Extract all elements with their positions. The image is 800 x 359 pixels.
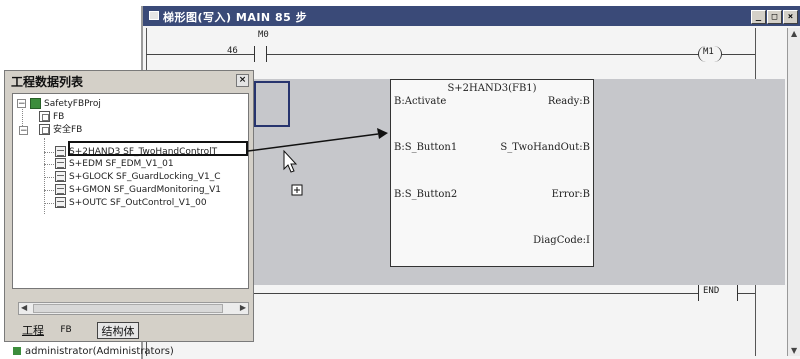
- collapse-safety-fb-icon[interactable]: −: [19, 126, 28, 136]
- close-button[interactable]: ×: [783, 10, 798, 24]
- tree-item-label: S+EDM SF_EDM_V1_01: [69, 159, 174, 169]
- fb-output-ready: Ready:B: [547, 96, 590, 107]
- fb-input-s-button1: B:S_Button1: [394, 142, 458, 153]
- tree-line: [44, 190, 54, 191]
- rung1-wire-left: [146, 54, 254, 55]
- tree-line: [44, 203, 54, 204]
- scroll-down-arrow-icon[interactable]: ▼: [791, 346, 797, 355]
- scroll-left-arrow-icon[interactable]: ◀: [21, 303, 27, 312]
- panel-title: 工程数据列表: [11, 75, 84, 89]
- minimize-button[interactable]: _: [751, 10, 766, 24]
- fb-pou-icon: [55, 158, 66, 169]
- ladder-vertical-scrollbar[interactable]: ▲ ▼: [787, 28, 800, 356]
- panel-close-icon[interactable]: ×: [236, 74, 249, 87]
- tree-line: [44, 177, 54, 178]
- function-block[interactable]: S+2HAND3(FB1) B:Activate B:S_Button1 B:S…: [390, 79, 594, 267]
- tree-item-label: S+GMON SF_GuardMonitoring_V1: [69, 185, 222, 195]
- cell-cursor[interactable]: [254, 81, 290, 127]
- fb-pou-icon: [55, 197, 66, 208]
- project-data-panel[interactable]: 工程数据列表 × − SafetyFBProj FB − 安全FB S+2HAN…: [4, 70, 254, 342]
- scrollbar-thumb[interactable]: [33, 304, 223, 313]
- fb-output-error: Error:B: [551, 189, 590, 200]
- end-wire-right: [738, 293, 755, 294]
- scroll-right-arrow-icon[interactable]: ▶: [240, 303, 246, 312]
- project-icon: [30, 98, 41, 109]
- panel-title-bar[interactable]: 工程数据列表 ×: [5, 71, 253, 89]
- collapse-project-icon[interactable]: −: [17, 99, 26, 109]
- tree-line: [44, 152, 54, 153]
- tree-horizontal-scrollbar[interactable]: ◀ ▶: [18, 302, 249, 315]
- tree-item-label: 安全FB: [53, 125, 83, 135]
- scroll-up-arrow-icon[interactable]: ▲: [791, 29, 797, 38]
- fb-pou-icon: [55, 171, 66, 182]
- fb-input-s-button2: B:S_Button2: [394, 189, 458, 200]
- status-bar: administrator(Administrators): [13, 346, 174, 357]
- tree-line: [22, 106, 23, 128]
- rung1-wire-right: [267, 54, 698, 55]
- fb-title: S+2HAND3(FB1): [447, 83, 537, 94]
- end-label: END: [703, 286, 720, 296]
- tree-item-label: SafetyFBProj: [44, 99, 101, 109]
- normally-open-contact[interactable]: [254, 46, 267, 62]
- fb-folder-icon: [39, 111, 50, 122]
- user-icon: [13, 347, 21, 355]
- tab-structure[interactable]: 结构体: [97, 322, 139, 339]
- coil-label: M1: [703, 47, 714, 57]
- ladder-title-bar[interactable]: 梯形图(写入) MAIN 85 步 _ □ ×: [143, 6, 800, 26]
- tree-item-label: FB: [53, 112, 65, 122]
- ladder-window-icon: [149, 11, 159, 20]
- tab-project[interactable]: 工程: [19, 322, 47, 339]
- fb-output-diagcode: DiagCode:I: [533, 235, 590, 246]
- tab-fb[interactable]: FB: [55, 322, 77, 339]
- fb-input-activate: B:Activate: [394, 96, 447, 107]
- status-user: administrator(Administrators): [25, 346, 174, 357]
- fb-pou-icon: [55, 146, 66, 157]
- fb-output-s-twohandout: S_TwoHandOut:B: [500, 142, 590, 153]
- ladder-window-title: 梯形图(写入) MAIN 85 步: [163, 11, 308, 24]
- contact-label: M0: [258, 30, 269, 40]
- rung1-wire-end: [722, 54, 755, 55]
- fb-pou-icon: [55, 184, 66, 195]
- safety-fb-folder-icon: [39, 124, 50, 135]
- project-tree[interactable]: − SafetyFBProj FB − 安全FB S+2HAND3 SF_Two…: [12, 93, 249, 289]
- drag-source-highlight: [68, 141, 248, 156]
- tree-item-label: S+GLOCK SF_GuardLocking_V1_C: [69, 172, 221, 182]
- tree-line: [44, 164, 54, 165]
- tree-item-label: S+OUTC SF_OutControl_V1_00: [69, 198, 207, 208]
- restore-button[interactable]: □: [767, 10, 782, 24]
